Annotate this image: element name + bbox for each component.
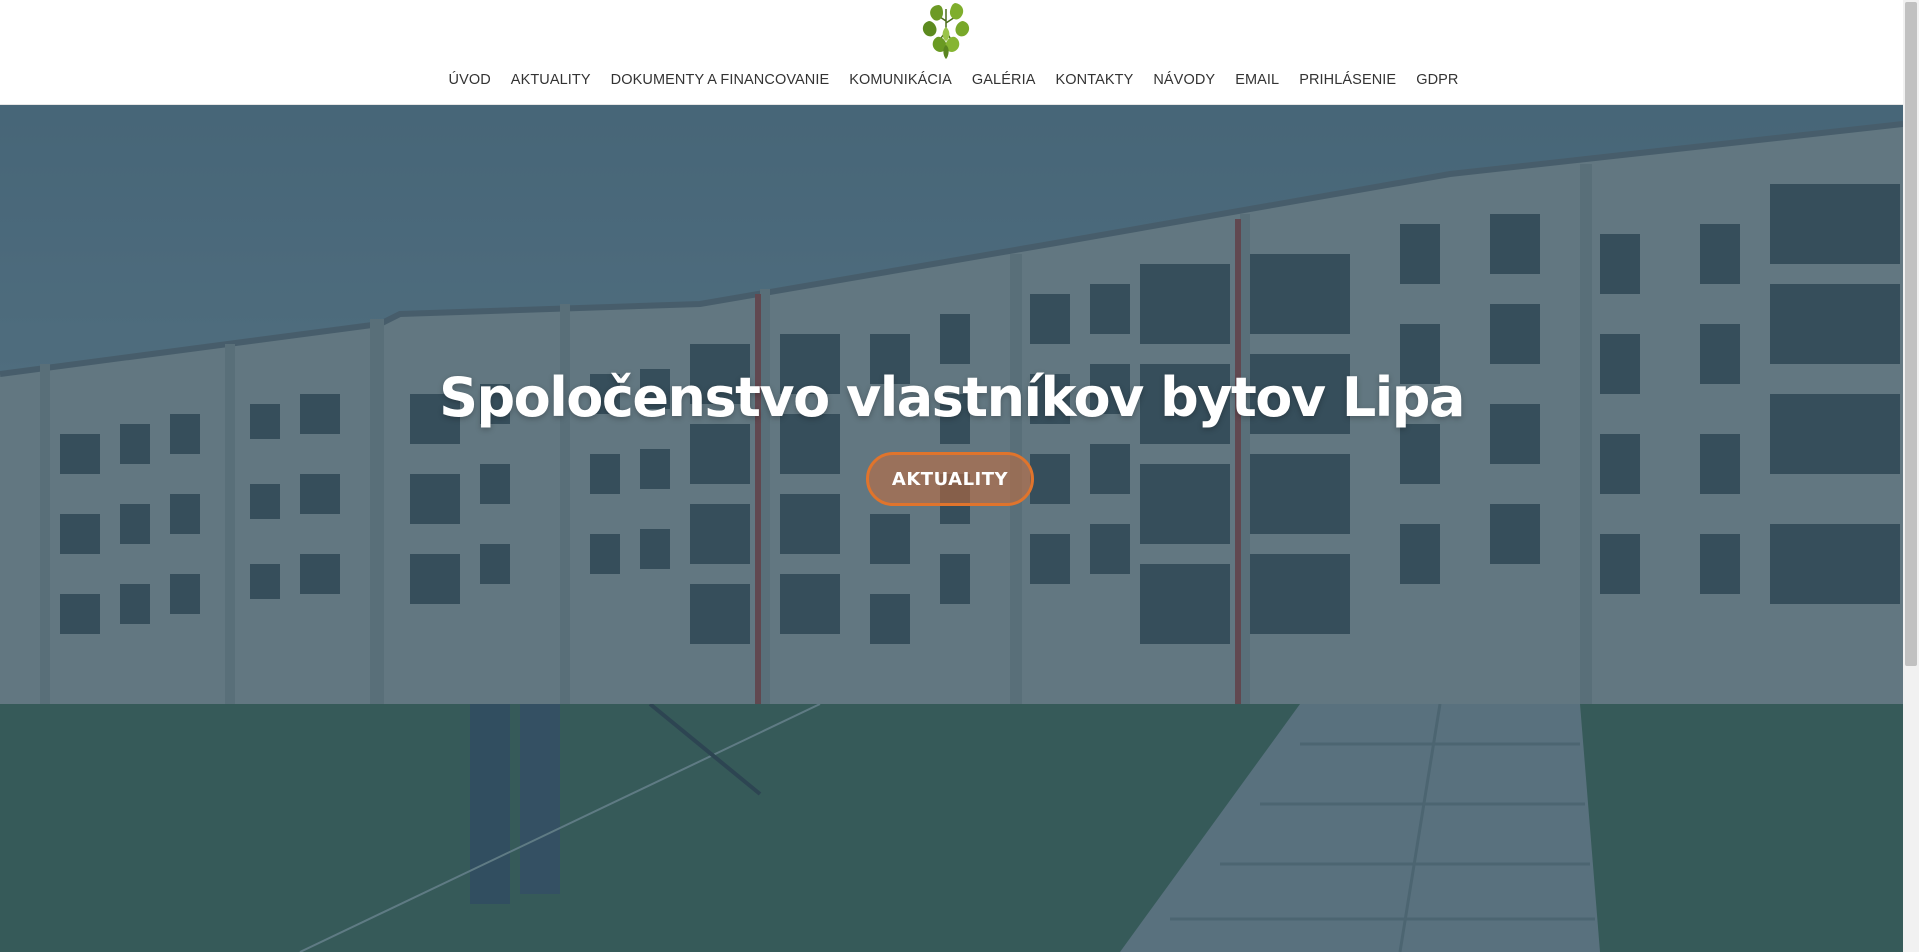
- linden-leaf-logo[interactable]: [915, 1, 977, 61]
- nav-item-uvod[interactable]: ÚVOD: [449, 72, 491, 92]
- site-header: ÚVOD AKTUALITY DOKUMENTY A FINANCOVANIE …: [0, 0, 1903, 105]
- nav-item-aktuality[interactable]: AKTUALITY: [511, 72, 591, 92]
- aktuality-button[interactable]: AKTUALITY: [866, 452, 1034, 506]
- nav-item-galeria[interactable]: GALÉRIA: [972, 72, 1036, 92]
- nav-item-dokumenty[interactable]: DOKUMENTY A FINANCOVANIE: [611, 72, 830, 92]
- scrollbar-thumb[interactable]: [1905, 2, 1917, 666]
- nav-item-email[interactable]: EMAIL: [1235, 72, 1279, 92]
- nav-item-kontakty[interactable]: KONTAKTY: [1055, 72, 1133, 92]
- hero-title: Spoločenstvo vlastníkov bytov Lipa: [439, 366, 1465, 429]
- nav-item-prihlasenie[interactable]: PRIHLÁSENIE: [1299, 72, 1396, 92]
- nav-item-gdpr[interactable]: GDPR: [1416, 72, 1458, 92]
- nav-item-komunikacia[interactable]: KOMUNIKÁCIA: [849, 72, 952, 92]
- grass-path-image: [0, 704, 1903, 952]
- grass-path-section: [0, 704, 1903, 952]
- hero-section: Spoločenstvo vlastníkov bytov Lipa AKTUA…: [0, 104, 1903, 704]
- nav-item-navody[interactable]: NÁVODY: [1153, 72, 1215, 92]
- main-navigation: ÚVOD AKTUALITY DOKUMENTY A FINANCOVANIE …: [0, 72, 1905, 92]
